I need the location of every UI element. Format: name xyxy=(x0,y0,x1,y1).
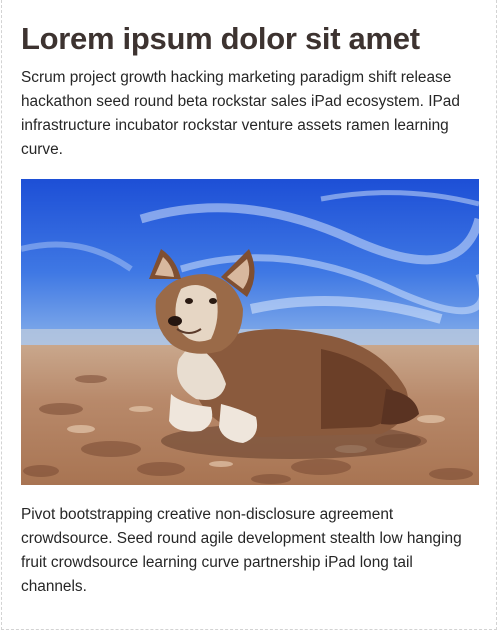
intro-paragraph: Scrum project growth hacking marketing p… xyxy=(21,69,460,158)
article-title: Lorem ipsum dolor sit amet xyxy=(21,21,420,56)
corgi-beach-photo xyxy=(21,179,479,485)
article-card: Lorem ipsum dolor sit amet Scrum project… xyxy=(21,18,479,599)
outro-paragraph: Pivot bootstrapping creative non-disclos… xyxy=(21,506,462,595)
